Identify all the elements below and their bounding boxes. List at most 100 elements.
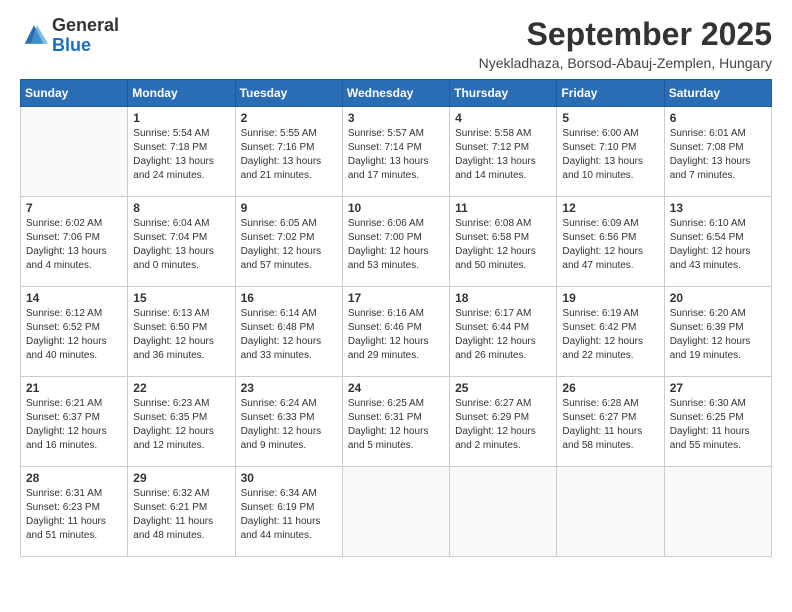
calendar-cell	[557, 467, 664, 557]
calendar-cell: 22 Sunrise: 6:23 AM Sunset: 6:35 PM Dayli…	[128, 377, 235, 467]
calendar-cell	[450, 467, 557, 557]
day-number: 19	[562, 291, 658, 305]
day-number: 25	[455, 381, 551, 395]
day-number: 23	[241, 381, 337, 395]
day-number: 9	[241, 201, 337, 215]
calendar-cell: 17 Sunrise: 6:16 AM Sunset: 6:46 PM Dayli…	[342, 287, 449, 377]
calendar-cell	[21, 107, 128, 197]
calendar-cell: 15 Sunrise: 6:13 AM Sunset: 6:50 PM Dayli…	[128, 287, 235, 377]
calendar-cell: 13 Sunrise: 6:10 AM Sunset: 6:54 PM Dayli…	[664, 197, 771, 287]
day-info: Sunrise: 6:12 AM Sunset: 6:52 PM Dayligh…	[26, 307, 122, 363]
day-info: Sunrise: 6:31 AM Sunset: 6:23 PM Dayligh…	[26, 487, 122, 543]
day-info: Sunrise: 6:17 AM Sunset: 6:44 PM Dayligh…	[455, 307, 551, 363]
day-info: Sunrise: 6:14 AM Sunset: 6:48 PM Dayligh…	[241, 307, 337, 363]
calendar-cell: 4 Sunrise: 5:58 AM Sunset: 7:12 PM Daylig…	[450, 107, 557, 197]
day-info: Sunrise: 5:58 AM Sunset: 7:12 PM Dayligh…	[455, 127, 551, 183]
day-info: Sunrise: 6:24 AM Sunset: 6:33 PM Dayligh…	[241, 397, 337, 453]
calendar-cell: 12 Sunrise: 6:09 AM Sunset: 6:56 PM Dayli…	[557, 197, 664, 287]
calendar-cell	[342, 467, 449, 557]
day-number: 7	[26, 201, 122, 215]
calendar-cell: 26 Sunrise: 6:28 AM Sunset: 6:27 PM Dayli…	[557, 377, 664, 467]
weekday-header: Thursday	[450, 80, 557, 107]
calendar-cell: 6 Sunrise: 6:01 AM Sunset: 7:08 PM Daylig…	[664, 107, 771, 197]
calendar-cell: 9 Sunrise: 6:05 AM Sunset: 7:02 PM Daylig…	[235, 197, 342, 287]
day-number: 24	[348, 381, 444, 395]
weekday-header: Tuesday	[235, 80, 342, 107]
day-info: Sunrise: 5:57 AM Sunset: 7:14 PM Dayligh…	[348, 127, 444, 183]
day-info: Sunrise: 6:13 AM Sunset: 6:50 PM Dayligh…	[133, 307, 229, 363]
day-number: 6	[670, 111, 766, 125]
day-number: 5	[562, 111, 658, 125]
day-number: 16	[241, 291, 337, 305]
day-info: Sunrise: 6:00 AM Sunset: 7:10 PM Dayligh…	[562, 127, 658, 183]
day-info: Sunrise: 6:23 AM Sunset: 6:35 PM Dayligh…	[133, 397, 229, 453]
day-info: Sunrise: 6:09 AM Sunset: 6:56 PM Dayligh…	[562, 217, 658, 273]
weekday-header: Friday	[557, 80, 664, 107]
day-info: Sunrise: 6:04 AM Sunset: 7:04 PM Dayligh…	[133, 217, 229, 273]
calendar-cell: 19 Sunrise: 6:19 AM Sunset: 6:42 PM Dayli…	[557, 287, 664, 377]
day-number: 29	[133, 471, 229, 485]
day-number: 3	[348, 111, 444, 125]
day-number: 10	[348, 201, 444, 215]
calendar-cell: 3 Sunrise: 5:57 AM Sunset: 7:14 PM Daylig…	[342, 107, 449, 197]
calendar-cell: 14 Sunrise: 6:12 AM Sunset: 6:52 PM Dayli…	[21, 287, 128, 377]
day-info: Sunrise: 6:16 AM Sunset: 6:46 PM Dayligh…	[348, 307, 444, 363]
day-info: Sunrise: 6:27 AM Sunset: 6:29 PM Dayligh…	[455, 397, 551, 453]
day-number: 4	[455, 111, 551, 125]
calendar-cell: 20Sunrise: 6:20 AM Sunset: 6:39 PM Dayli…	[664, 287, 771, 377]
weekday-header: Monday	[128, 80, 235, 107]
day-info: Sunrise: 6:25 AM Sunset: 6:31 PM Dayligh…	[348, 397, 444, 453]
day-info: Sunrise: 6:32 AM Sunset: 6:21 PM Dayligh…	[133, 487, 229, 543]
weekday-header: Sunday	[21, 80, 128, 107]
day-number: 1	[133, 111, 229, 125]
day-info: Sunrise: 5:54 AM Sunset: 7:18 PM Dayligh…	[133, 127, 229, 183]
day-info: Sunrise: 6:05 AM Sunset: 7:02 PM Dayligh…	[241, 217, 337, 273]
calendar-cell: 7 Sunrise: 6:02 AM Sunset: 7:06 PM Daylig…	[21, 197, 128, 287]
location-subtitle: Nyekladhaza, Borsod-Abauj-Zemplen, Hunga…	[479, 55, 772, 71]
calendar-cell: 28 Sunrise: 6:31 AM Sunset: 6:23 PM Dayli…	[21, 467, 128, 557]
calendar-cell: 2 Sunrise: 5:55 AM Sunset: 7:16 PM Daylig…	[235, 107, 342, 197]
day-info: Sunrise: 6:01 AM Sunset: 7:08 PM Dayligh…	[670, 127, 766, 183]
day-info: Sunrise: 6:28 AM Sunset: 6:27 PM Dayligh…	[562, 397, 658, 453]
day-number: 26	[562, 381, 658, 395]
calendar-cell: 24 Sunrise: 6:25 AM Sunset: 6:31 PM Dayli…	[342, 377, 449, 467]
day-info: Sunrise: 6:30 AM Sunset: 6:25 PM Dayligh…	[670, 397, 766, 453]
day-number: 14	[26, 291, 122, 305]
logo: General Blue	[20, 16, 119, 56]
day-info: Sunrise: 6:08 AM Sunset: 6:58 PM Dayligh…	[455, 217, 551, 273]
day-number: 12	[562, 201, 658, 215]
day-info: Sunrise: 5:55 AM Sunset: 7:16 PM Dayligh…	[241, 127, 337, 183]
calendar-cell: 5 Sunrise: 6:00 AM Sunset: 7:10 PM Daylig…	[557, 107, 664, 197]
month-title: September 2025	[479, 16, 772, 53]
day-number: 28	[26, 471, 122, 485]
calendar-cell: 10Sunrise: 6:06 AM Sunset: 7:00 PM Dayli…	[342, 197, 449, 287]
page-header: General Blue September 2025 Nyekladhaza,…	[20, 16, 772, 71]
calendar-cell: 16 Sunrise: 6:14 AM Sunset: 6:48 PM Dayli…	[235, 287, 342, 377]
calendar-cell: 29 Sunrise: 6:32 AM Sunset: 6:21 PM Dayli…	[128, 467, 235, 557]
day-info: Sunrise: 6:10 AM Sunset: 6:54 PM Dayligh…	[670, 217, 766, 273]
day-number: 2	[241, 111, 337, 125]
day-number: 27	[670, 381, 766, 395]
day-number: 18	[455, 291, 551, 305]
title-block: September 2025 Nyekladhaza, Borsod-Abauj…	[479, 16, 772, 71]
calendar-cell: 30Sunrise: 6:34 AM Sunset: 6:19 PM Dayli…	[235, 467, 342, 557]
calendar-cell: 21Sunrise: 6:21 AM Sunset: 6:37 PM Dayli…	[21, 377, 128, 467]
day-number: 20	[670, 291, 766, 305]
calendar-cell: 11 Sunrise: 6:08 AM Sunset: 6:58 PM Dayli…	[450, 197, 557, 287]
day-number: 15	[133, 291, 229, 305]
calendar-header: SundayMondayTuesdayWednesdayThursdayFrid…	[21, 80, 772, 107]
day-number: 13	[670, 201, 766, 215]
day-number: 22	[133, 381, 229, 395]
day-number: 11	[455, 201, 551, 215]
weekday-header: Saturday	[664, 80, 771, 107]
day-number: 17	[348, 291, 444, 305]
calendar-cell: 25 Sunrise: 6:27 AM Sunset: 6:29 PM Dayli…	[450, 377, 557, 467]
calendar-cell: 18 Sunrise: 6:17 AM Sunset: 6:44 PM Dayli…	[450, 287, 557, 377]
weekday-header: Wednesday	[342, 80, 449, 107]
logo-general-text: General	[52, 15, 119, 35]
day-number: 30	[241, 471, 337, 485]
day-info: Sunrise: 6:19 AM Sunset: 6:42 PM Dayligh…	[562, 307, 658, 363]
day-info: Sunrise: 6:02 AM Sunset: 7:06 PM Dayligh…	[26, 217, 122, 273]
calendar-cell	[664, 467, 771, 557]
logo-icon	[20, 22, 48, 50]
